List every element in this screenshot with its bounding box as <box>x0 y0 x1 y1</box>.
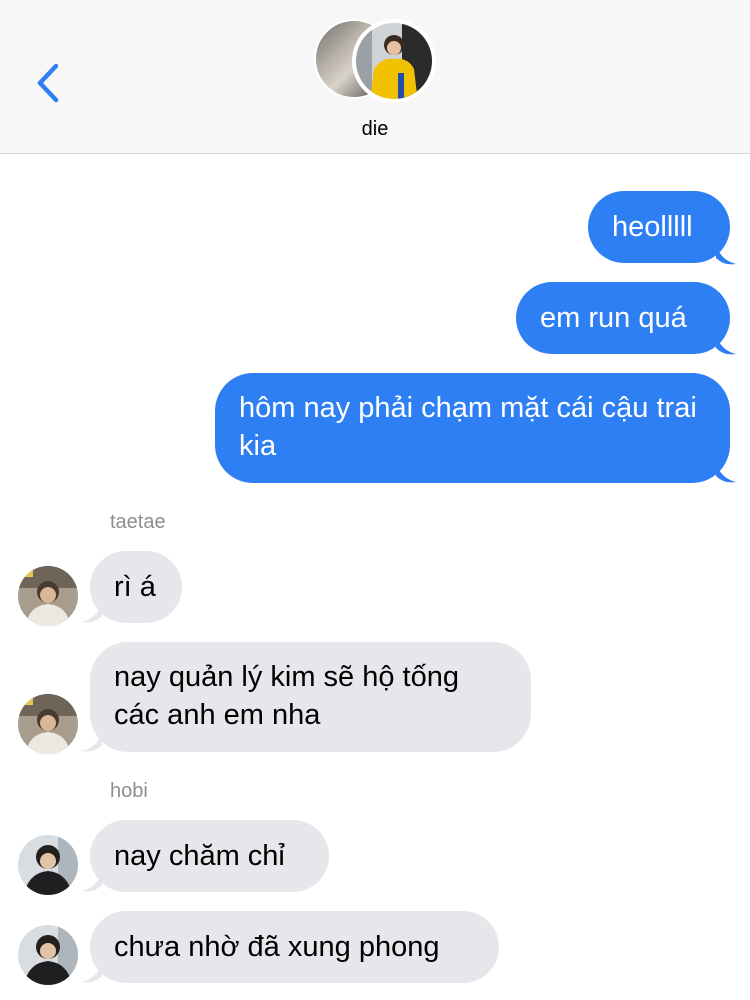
conversation-header: die <box>0 0 750 154</box>
incoming-message[interactable]: nay quản lý kim sẽ hộ tống các anh em nh… <box>90 642 531 752</box>
sender-name: taetae <box>110 511 166 533</box>
outgoing-message[interactable]: hôm nay phải chạm mặt cái cậu trai kia <box>215 373 730 483</box>
member-avatar-front <box>352 19 436 103</box>
avatar[interactable] <box>18 835 78 895</box>
incoming-message[interactable]: nay chăm chỉ <box>90 820 329 892</box>
avatar[interactable] <box>18 694 78 754</box>
avatar[interactable] <box>18 925 78 985</box>
chevron-left-icon <box>37 63 59 103</box>
group-avatar[interactable] <box>314 19 436 103</box>
outgoing-message[interactable]: em run quá <box>516 282 730 354</box>
incoming-message[interactable]: chưa nhờ đã xung phong <box>90 911 499 983</box>
outgoing-message[interactable]: heolllll <box>588 191 730 263</box>
sender-name: hobi <box>110 780 148 802</box>
incoming-message[interactable]: rì á <box>90 551 182 623</box>
avatar[interactable] <box>18 566 78 626</box>
contact-name[interactable]: die <box>0 118 750 141</box>
back-button[interactable] <box>30 58 70 108</box>
